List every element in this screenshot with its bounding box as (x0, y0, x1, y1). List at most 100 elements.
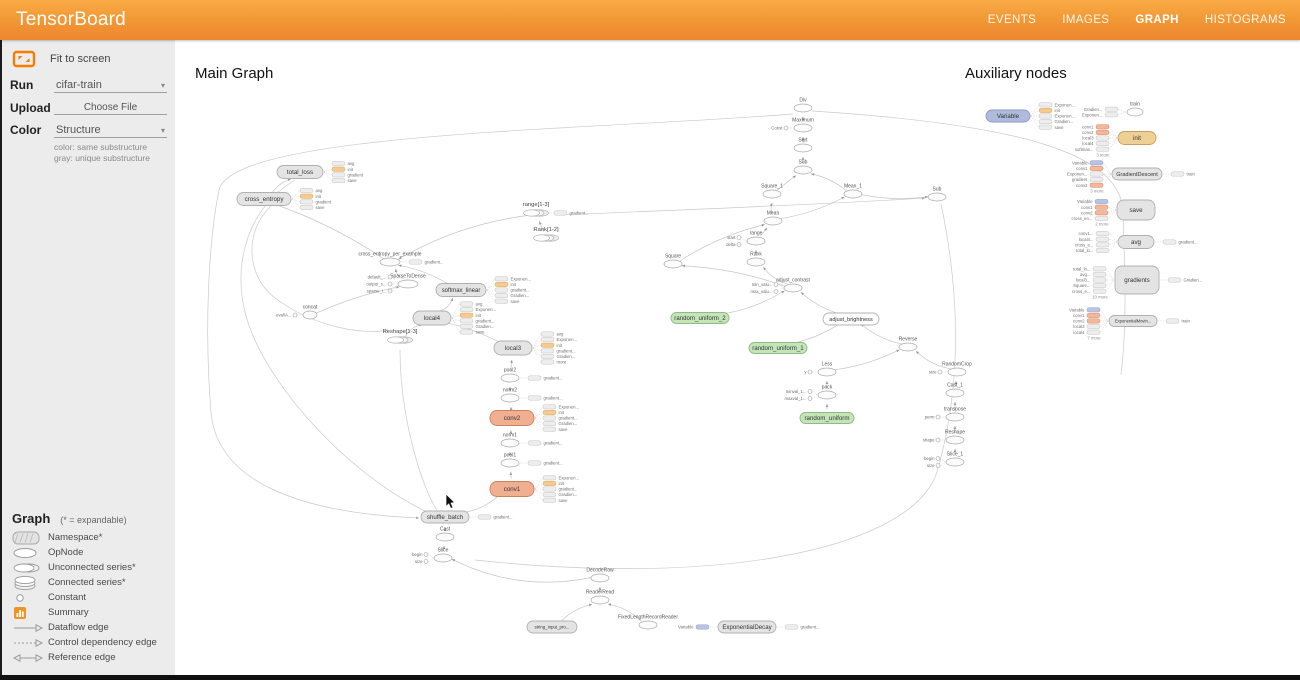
graph-node-Mean[interactable]: Mean (764, 211, 782, 226)
graph-node-Reshape_r[interactable]: Reshapeshape (923, 430, 965, 445)
legend-item-label: Dataflow edge (48, 622, 109, 633)
graph-node-local4[interactable]: local4avgExponen...initgradient...Gradie… (413, 302, 496, 335)
run-value: cifar-train (56, 79, 102, 91)
svg-text:local4: local4 (1073, 330, 1085, 335)
graph-node-norm1[interactable]: norm1gradient... (501, 433, 563, 448)
svg-text:local4: local4 (1082, 141, 1094, 146)
graph-node-ExponentialMovin[interactable]: ExponentialMovin...trainVariableconv1con… (1069, 307, 1190, 340)
graph-node-cepe[interactable]: cross_entropy_per_examplegradient... (358, 252, 443, 267)
graph-node-Sub_r[interactable]: Sub (928, 187, 946, 202)
graph-node-Square_1[interactable]: Square_1 (761, 184, 783, 199)
graph-node-pool2[interactable]: pool2 gradient... (501, 368, 563, 383)
svg-text:gradient...: gradient... (559, 416, 578, 421)
graph-node-DecodeRaw[interactable]: DecodeRaw (586, 568, 614, 583)
svg-text:gradient...: gradient... (476, 318, 495, 323)
svg-text:norm2: norm2 (503, 388, 517, 394)
graph-node-Rank_t[interactable]: Rank (747, 252, 765, 267)
svg-text:local4: local4 (424, 315, 441, 322)
svg-text:begin: begin (412, 552, 423, 557)
graph-node-random_uniform[interactable]: random_uniform (800, 413, 854, 424)
svg-text:pool2: pool2 (504, 368, 516, 374)
graph-node-string_input[interactable]: string_input_pro... (527, 621, 577, 633)
svg-text:init: init (1055, 108, 1061, 113)
svg-text:init: init (511, 282, 517, 287)
graph-node-transpose[interactable]: transposeperm (925, 407, 966, 422)
graph-node-conv2[interactable]: conv2Exponen...initgradient...Gradien...… (490, 404, 579, 431)
run-select[interactable]: cifar-train ▾ (54, 77, 167, 93)
legend-item-summary: Summary (12, 605, 175, 620)
graph-node-adjust_brightness[interactable]: adjust_brightness (823, 313, 879, 325)
graph-node-ReaderRead[interactable]: ReaderRead (586, 590, 615, 605)
svg-text:pool1: pool1 (504, 453, 516, 459)
svg-text:save: save (316, 205, 326, 210)
choose-file-button[interactable]: Choose File (54, 100, 167, 115)
svg-text:start: start (727, 235, 736, 240)
graph-node-reshape13[interactable]: Reshape[1-3] (383, 329, 418, 343)
svg-text:Less: Less (822, 362, 833, 368)
svg-text:Variable: Variable (1069, 307, 1085, 312)
graph-node-gradients_aux[interactable]: gradientsGradien...total_lo...avg...loca… (1072, 266, 1203, 299)
graph-node-rank12[interactable]: Rank[1-2] (533, 227, 559, 241)
graph-node-random_uniform_1[interactable]: random_uniform_1 (749, 343, 807, 354)
tab-histograms[interactable]: HISTOGRAMS (1205, 14, 1286, 26)
graph-node-Sub[interactable]: Sub (794, 160, 812, 175)
graph-node-Sqrt[interactable]: Sqrt (794, 138, 812, 153)
svg-text:save: save (511, 299, 521, 304)
svg-text:string_input_pro...: string_input_pro... (534, 625, 569, 630)
svg-text:Reshape: Reshape (945, 430, 965, 436)
graph-node-Square_l[interactable]: Square (664, 254, 682, 269)
graph-node-GradientDescent[interactable]: GradientDescenttrainVariableconv1Exponen… (1067, 160, 1196, 193)
graph-node-Cast_1[interactable]: Cast_1 (946, 383, 964, 398)
graph-node-range13[interactable]: range[1-3]gradient... (523, 202, 589, 216)
color-select[interactable]: Structure ▾ (54, 122, 167, 138)
graph-node-Variable[interactable]: VariableExponen...initExponen...Gradien.… (986, 102, 1075, 129)
svg-text:gradient...: gradient... (544, 376, 563, 381)
tab-images[interactable]: IMAGES (1062, 14, 1109, 26)
svg-text:total_loss: total_loss (287, 169, 313, 176)
svg-text:Square: Square (665, 254, 681, 260)
svg-text:transpose: transpose (944, 407, 966, 413)
graph-node-Less[interactable]: Less y (804, 362, 836, 377)
graph-node-ExponentialDecay[interactable]: ExponentialDecaygradient...Variable (678, 621, 820, 633)
graph-canvas[interactable]: total_lossavginitgradientsave cross_entro… (175, 40, 1300, 675)
graph-node-pool1[interactable]: pool1gradient... (501, 453, 563, 468)
graph-node-train[interactable]: trainGradien...Exponen... (1082, 102, 1143, 118)
graph-node-init_aux[interactable]: initconv1conv2local3local4softmax...3 mo… (1075, 124, 1156, 157)
svg-text:Mean: Mean (767, 211, 780, 217)
graph-node-avg_aux[interactable]: avggradient...conv1...local4...cross_e..… (1075, 231, 1198, 253)
graph-pane: Main Graph Auxiliary nodes total_lossavg… (175, 40, 1300, 675)
graph-node-SparseToDense[interactable]: SparseToDensedefault_...output_s...spars… (366, 274, 426, 294)
svg-text:adjust_brightness: adjust_brightness (829, 317, 873, 323)
graph-node-Cast[interactable]: Cast (436, 527, 454, 542)
graph-node-adjust_contrast[interactable]: adjust_contrastmin_valu...max_valu... (751, 278, 811, 295)
graph-node-Div[interactable]: Div (794, 98, 812, 113)
svg-text:conv1: conv1 (1082, 124, 1094, 129)
graph-node-save_aux[interactable]: saveVariableconv1conv2cross_en...2 more (1071, 199, 1155, 226)
graph-node-cross_entropy[interactable]: cross_entropyavginitgradientsave (237, 188, 332, 210)
graph-node-Slice[interactable]: Slicebeginsize (412, 548, 452, 565)
tab-events[interactable]: EVENTS (988, 14, 1036, 26)
graph-node-local3[interactable]: local3avgExponen...initgradient...Gradie… (494, 332, 577, 365)
graph-node-softmax_linear[interactable]: softmax_linearExponen...initgradient...G… (436, 276, 531, 303)
graph-node-conv1[interactable]: conv1Exponen...initgradient...Gradien...… (490, 475, 579, 502)
graph-node-Slice_1[interactable]: Slice_1beginsize (924, 452, 964, 469)
fit-to-screen-icon (12, 50, 36, 68)
graph-node-pack[interactable]: packminval_1...maxval_1... (785, 385, 836, 402)
graph-node-shuffle_batch[interactable]: shuffle_batchgradient... (421, 511, 513, 523)
legend-item-label: Constant (48, 592, 86, 603)
graph-node-FixedLengthRecordReader[interactable]: FixedLengthRecordReader (618, 615, 678, 630)
graph-node-range_t[interactable]: rangestartdelta (726, 231, 765, 248)
fit-to-screen-button[interactable]: Fit to screen (12, 50, 167, 68)
svg-text:local3: local3 (1082, 136, 1094, 141)
auxiliary-nodes-title: Auxiliary nodes (965, 65, 1067, 82)
svg-text:Variable: Variable (1072, 160, 1088, 165)
legend-item-label: Control dependency edge (48, 637, 157, 648)
svg-text:y: y (804, 370, 807, 375)
graph-node-total_loss[interactable]: total_lossavginitgradientsave (277, 161, 364, 183)
graph-node-Maximum[interactable]: MaximumConst (771, 118, 814, 133)
tab-graph[interactable]: GRAPH (1135, 14, 1179, 26)
svg-text:adjust_contrast: adjust_contrast (776, 278, 811, 284)
graph-node-random_uniform_2[interactable]: random_uniform_2 (671, 313, 729, 324)
graph-node-norm2[interactable]: norm2gradient... (501, 388, 563, 403)
svg-text:Mean_1: Mean_1 (844, 184, 862, 190)
